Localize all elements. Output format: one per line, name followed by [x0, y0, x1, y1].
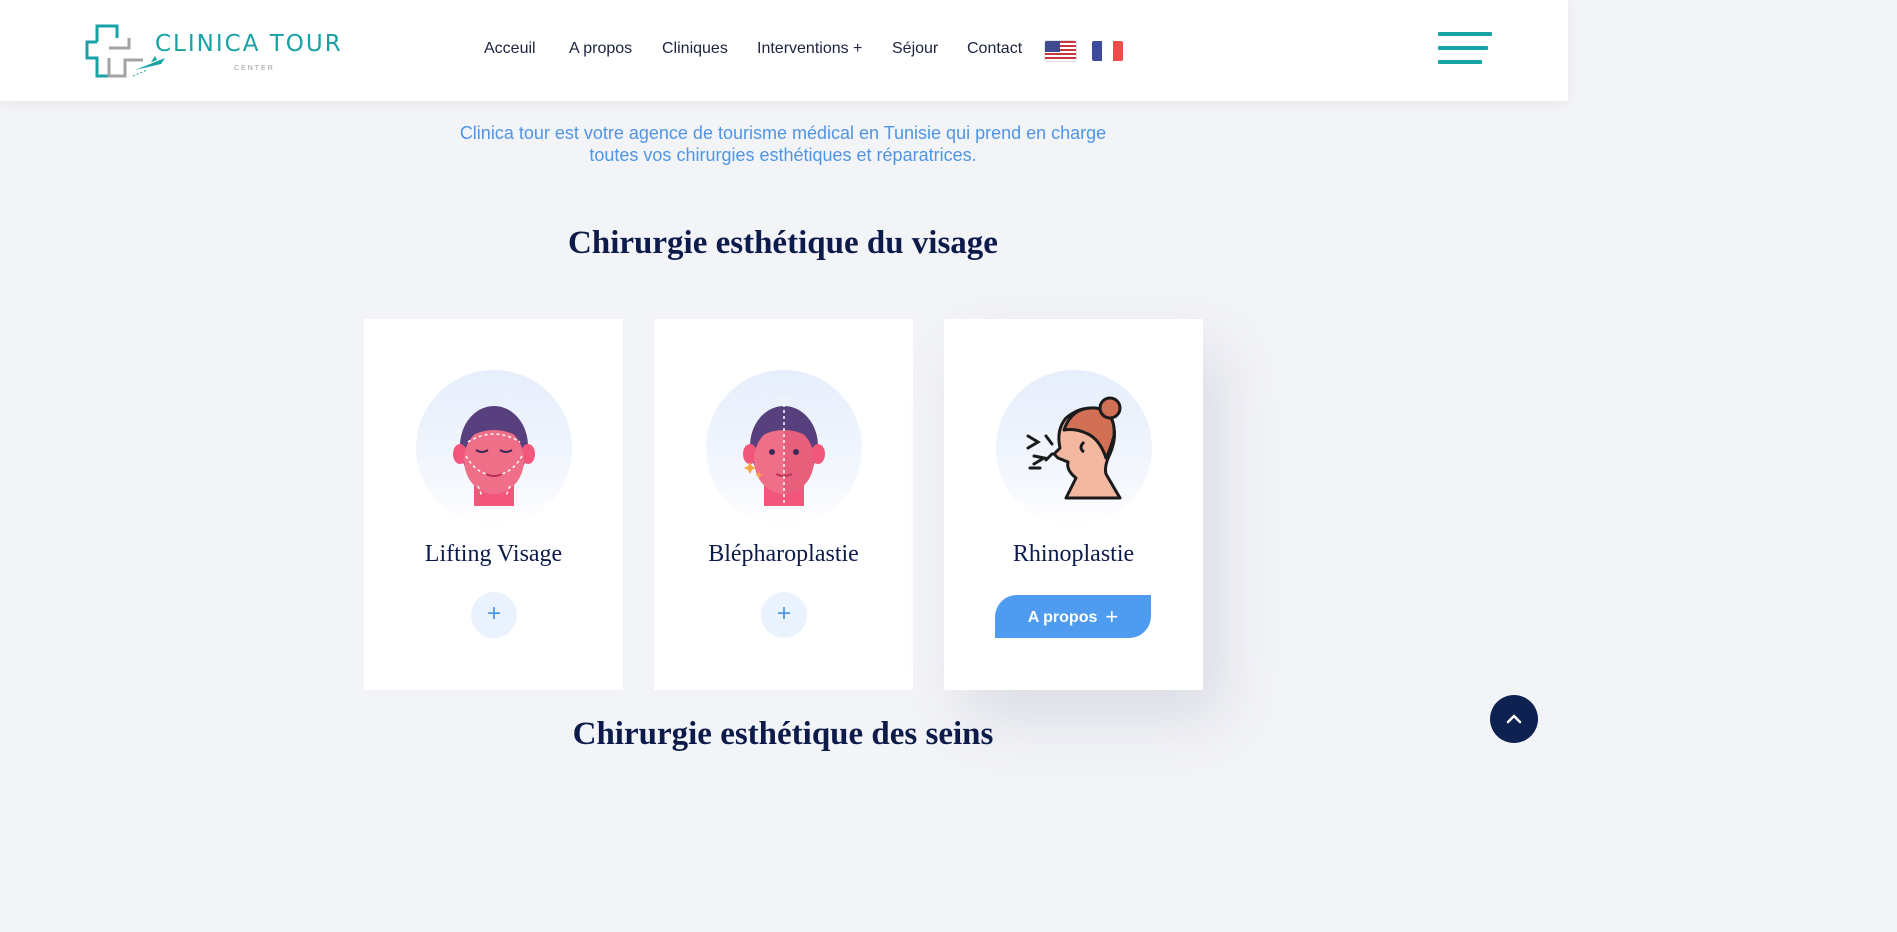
logo-subtitle: CENTER [234, 65, 275, 72]
card-title: Lifting Visage [424, 541, 563, 567]
face-lift-icon [416, 370, 572, 526]
expand-plus-button[interactable]: + [471, 592, 517, 638]
logo-title: CLINICA TOUR [155, 31, 343, 57]
card-blepharoplastie: Blépharoplastie + [654, 319, 913, 690]
intro-line-1: Clinica tour est votre agence de tourism… [459, 123, 1107, 143]
fr-flag-icon[interactable] [1092, 41, 1123, 61]
card-lifting-visage: Lifting Visage + [364, 319, 623, 690]
intro-text: Clinica tour est votre agence de tourism… [0, 122, 1566, 166]
section-title-visage: Chirurgie esthétique du visage [568, 225, 998, 261]
card-title: Rhinoplastie [1012, 541, 1135, 567]
rhinoplasty-profile-icon [996, 370, 1152, 526]
a-propos-button[interactable]: A propos + [995, 595, 1151, 638]
nav-item-acceuil[interactable]: Acceuil [484, 40, 536, 58]
blepharoplasty-face-icon [706, 370, 862, 526]
chevron-up-icon [1506, 714, 1522, 724]
section-title-seins: Chirurgie esthétique des seins [572, 716, 994, 752]
card-title: Blépharoplastie [708, 541, 859, 567]
site-header: CLINICA TOUR CENTER Acceuil A propos Cli… [0, 0, 1568, 101]
medical-cross-logo-icon [85, 24, 165, 78]
expand-plus-button[interactable]: + [761, 592, 807, 638]
intro-line-2: toutes vos chirurgies esthétiques et rép… [589, 145, 977, 165]
us-flag-icon[interactable] [1045, 41, 1076, 61]
a-propos-button-label: A propos [1027, 609, 1098, 626]
card-rhinoplastie: Rhinoplastie A propos + [944, 319, 1203, 690]
logo[interactable]: CLINICA TOUR CENTER [85, 18, 365, 82]
hamburger-menu-icon[interactable] [1438, 32, 1492, 68]
nav-item-sejour[interactable]: Séjour [892, 40, 938, 58]
nav-item-a-propos[interactable]: A propos [569, 40, 632, 58]
nav-item-interventions[interactable]: Interventions + [757, 40, 862, 58]
nav-item-contact[interactable]: Contact [967, 40, 1022, 58]
nav-item-cliniques[interactable]: Cliniques [662, 40, 728, 58]
plus-icon: + [1105, 604, 1119, 629]
scroll-to-top-button[interactable] [1490, 695, 1538, 743]
